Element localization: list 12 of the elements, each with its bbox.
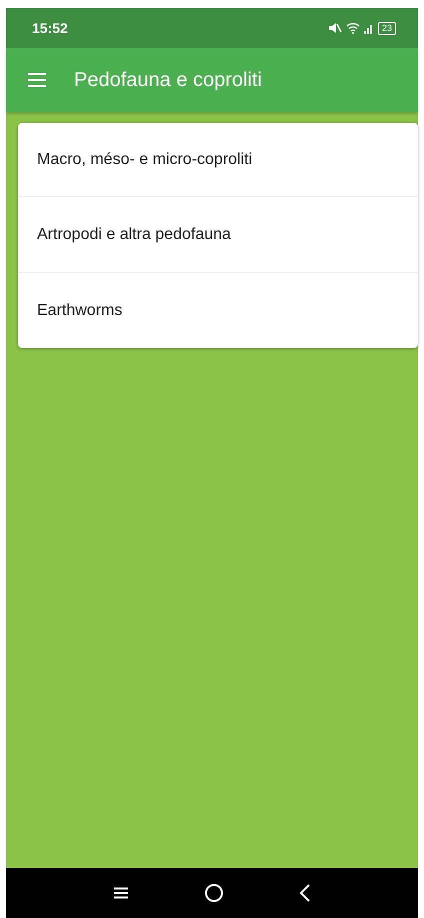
app-title: Pedofauna e coproliti bbox=[74, 68, 262, 92]
battery-indicator: 23 bbox=[378, 22, 396, 34]
signal-icon bbox=[364, 22, 374, 34]
wifi-icon bbox=[346, 22, 360, 34]
home-icon[interactable] bbox=[204, 883, 224, 903]
mute-icon bbox=[328, 22, 342, 34]
back-icon[interactable] bbox=[298, 883, 311, 903]
list-item[interactable]: Earthworms bbox=[18, 272, 418, 348]
list-item[interactable]: Artropodi e altra pedofauna bbox=[18, 196, 418, 272]
list-item[interactable]: Macro, méso- e micro-coproliti bbox=[18, 123, 418, 196]
status-time: 15:52 bbox=[32, 20, 68, 36]
menu-icon[interactable] bbox=[113, 887, 130, 899]
